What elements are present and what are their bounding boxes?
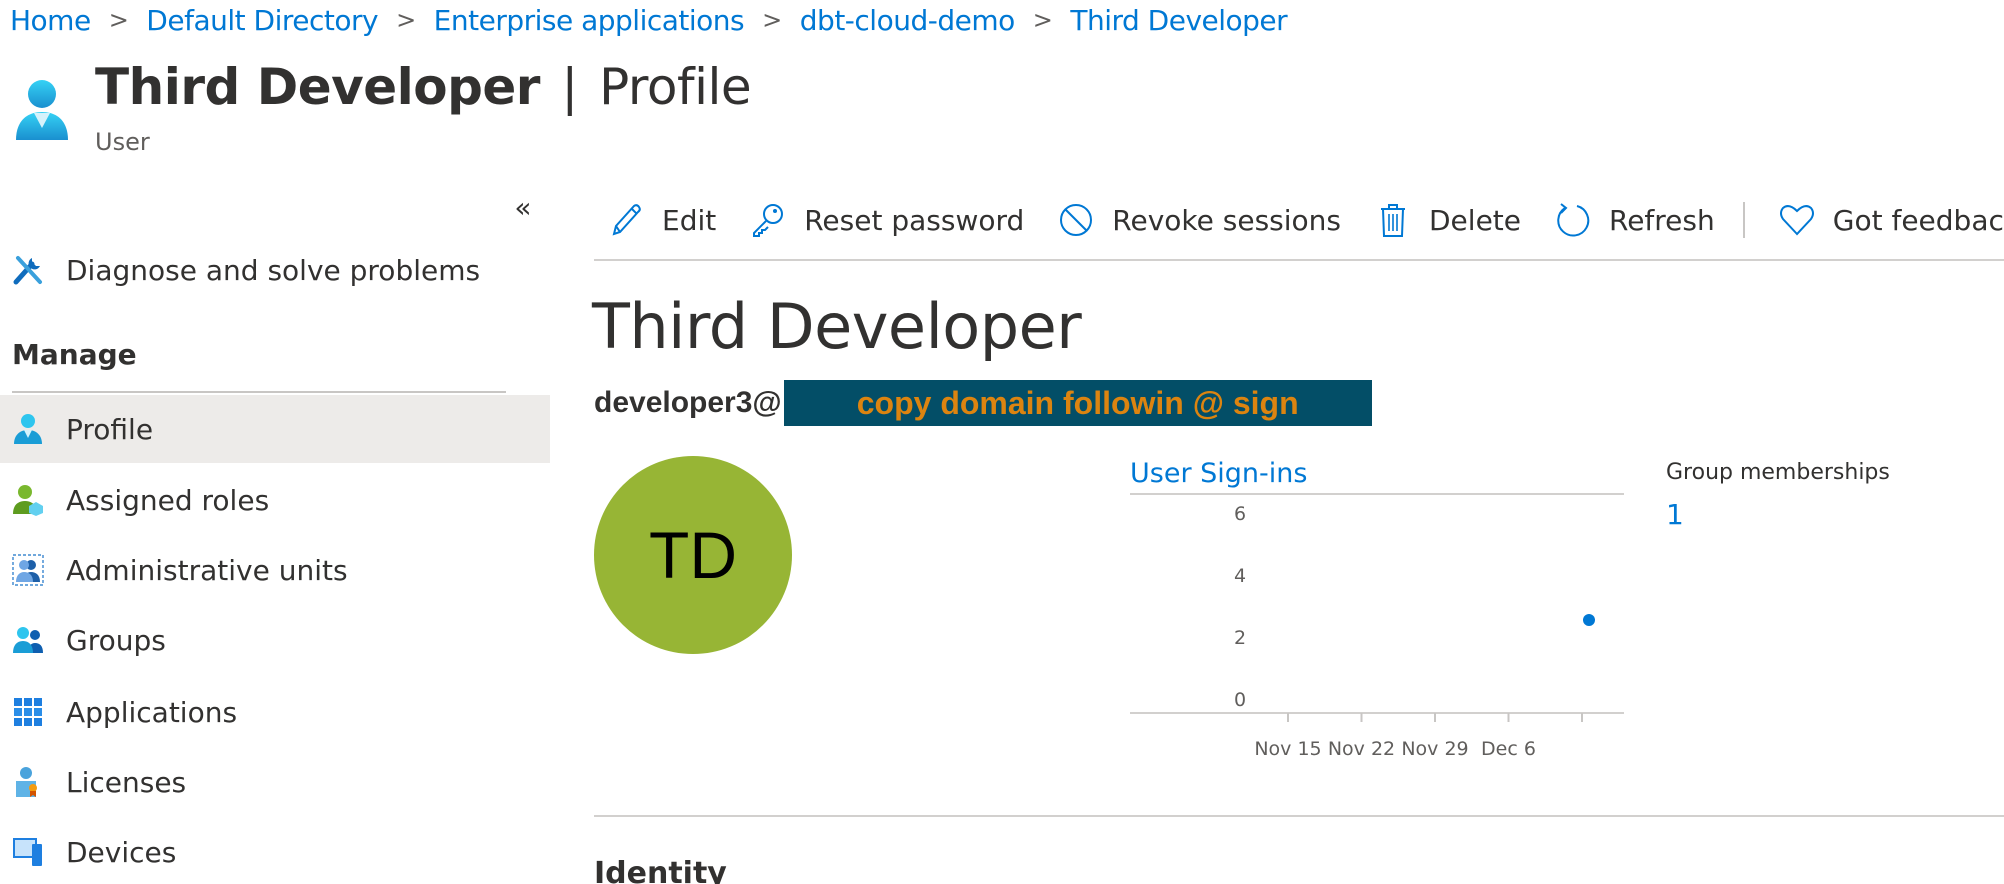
avatar-initials: TD	[649, 518, 737, 592]
groups-icon	[12, 624, 44, 656]
revoke-sessions-button[interactable]: Revoke sessions	[1058, 202, 1341, 238]
email-domain-annotation: copy domain followin @ sign	[783, 380, 1372, 426]
section-divider	[594, 815, 2004, 817]
user-signins-chart: 0 2 4 6 Nov 15 Nov 22 Nov 29 Dec 6	[1130, 493, 1624, 760]
user-display-name: Third Developer	[592, 290, 1082, 363]
applications-grid-icon	[12, 696, 44, 728]
licenses-icon	[12, 766, 44, 798]
chevron-right-icon: >	[762, 6, 782, 34]
key-icon	[753, 204, 784, 237]
trash-icon	[1381, 204, 1405, 237]
pencil-icon	[612, 204, 641, 236]
reset-password-button[interactable]: Reset password	[750, 202, 1024, 238]
chevron-right-icon: >	[108, 6, 129, 34]
x-tick-label: Nov 29	[1401, 738, 1468, 760]
wrench-screwdriver-icon	[12, 254, 44, 286]
avatar: TD	[594, 456, 792, 654]
x-tick-label: Nov 15	[1254, 738, 1321, 760]
sidebar-item-label: Assigned roles	[66, 483, 270, 517]
refresh-icon	[1557, 203, 1590, 237]
breadcrumb-app[interactable]: dbt-cloud-demo	[800, 4, 1015, 37]
chart-title-link[interactable]: User Sign-ins	[1130, 458, 1307, 489]
double-chevron-left-icon: «	[514, 191, 532, 224]
sidebar-item-licenses[interactable]: Licenses	[0, 748, 550, 816]
data-point[interactable]	[1583, 614, 1595, 626]
group-memberships-label: Group memberships	[1666, 460, 1890, 485]
user-icon	[14, 78, 70, 142]
delete-label: Delete	[1429, 203, 1521, 237]
page-title-section: Profile	[599, 58, 752, 116]
sidebar-item-label: Applications	[66, 695, 238, 729]
y-tick-label: 6	[1234, 503, 1246, 525]
user-principal-name: developer3@ copy domain followin @ sign	[594, 380, 1372, 426]
sidebar-item-assigned-roles[interactable]: Assigned roles	[0, 466, 550, 534]
delete-button[interactable]: Delete	[1375, 202, 1521, 238]
sidebar-item-applications[interactable]: Applications	[0, 678, 550, 746]
breadcrumb: Home > Default Directory > Enterprise ap…	[10, 0, 1288, 40]
sidebar-item-diagnose[interactable]: Diagnose and solve problems	[0, 236, 550, 304]
sidebar-item-label: Administrative units	[66, 553, 348, 587]
feedback-label: Got feedback?	[1832, 203, 2004, 237]
breadcrumb-default-directory[interactable]: Default Directory	[146, 4, 378, 37]
sidebar-item-groups[interactable]: Groups	[0, 606, 550, 674]
sidebar-divider	[12, 391, 506, 393]
page-title-separator: |	[561, 58, 578, 116]
feedback-button[interactable]: Got feedback?	[1779, 202, 2004, 238]
sidebar-section-manage: Manage	[12, 338, 137, 371]
breadcrumb-home[interactable]: Home	[10, 4, 91, 37]
page-title: Third Developer | Profile	[95, 58, 752, 116]
group-memberships-count-link[interactable]: 1	[1666, 498, 1684, 531]
assigned-roles-icon	[12, 484, 44, 516]
sidebar-item-label: Licenses	[66, 765, 187, 799]
sidebar-item-devices[interactable]: Devices	[0, 818, 550, 884]
devices-icon	[12, 836, 44, 868]
sidebar-item-label: Groups	[66, 623, 166, 657]
command-bar: Edit Reset password Revoke sessions Dele…	[608, 196, 2004, 244]
email-local-part: developer3@	[594, 386, 782, 419]
block-icon	[1060, 204, 1093, 236]
collapse-sidebar-button[interactable]: «	[508, 190, 538, 226]
sidebar-item-profile[interactable]: Profile	[0, 395, 550, 463]
heart-icon	[1779, 205, 1814, 236]
sidebar-item-administrative-units[interactable]: Administrative units	[0, 536, 550, 604]
edit-button[interactable]: Edit	[608, 202, 716, 238]
administrative-units-icon	[12, 554, 44, 586]
breadcrumb-user[interactable]: Third Developer	[1070, 4, 1287, 37]
chevron-right-icon: >	[396, 6, 416, 34]
y-tick-label: 2	[1234, 627, 1246, 649]
toolbar-separator	[1742, 202, 1745, 238]
user-icon	[12, 413, 44, 445]
sidebar-item-label: Devices	[66, 835, 177, 869]
y-tick-label: 4	[1234, 565, 1246, 587]
reset-password-label: Reset password	[804, 203, 1025, 237]
edit-label: Edit	[662, 203, 717, 237]
breadcrumb-enterprise-applications[interactable]: Enterprise applications	[434, 4, 745, 37]
refresh-label: Refresh	[1609, 203, 1715, 237]
x-tick-label: Nov 22	[1328, 738, 1395, 760]
page-title-name: Third Developer	[95, 58, 540, 116]
page-subtitle: User	[95, 128, 150, 156]
y-tick-label: 0	[1234, 689, 1246, 711]
sidebar-item-label: Profile	[66, 412, 154, 446]
toolbar-divider	[594, 259, 2004, 261]
x-tick-label: Dec 6	[1481, 738, 1536, 760]
sidebar-item-label: Diagnose and solve problems	[66, 253, 481, 287]
identity-section-heading: Identity	[594, 856, 727, 884]
chevron-right-icon: >	[1032, 6, 1053, 34]
refresh-button[interactable]: Refresh	[1555, 202, 1715, 238]
revoke-sessions-label: Revoke sessions	[1112, 203, 1341, 237]
